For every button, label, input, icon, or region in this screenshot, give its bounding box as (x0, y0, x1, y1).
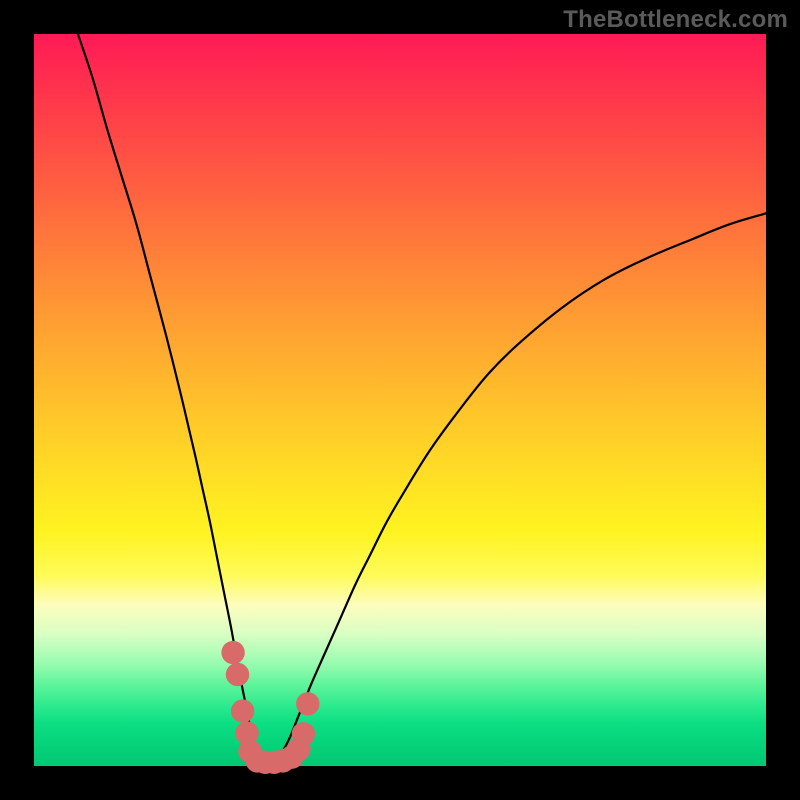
curve-layer (34, 34, 766, 766)
highlight-dot (226, 663, 249, 686)
highlight-dot (292, 722, 315, 745)
curve-right (276, 213, 766, 766)
plot-area (34, 34, 766, 766)
watermark-text: TheBottleneck.com (563, 6, 788, 34)
highlight-dot (231, 699, 254, 722)
chart-container: TheBottleneck.com (0, 0, 800, 800)
highlight-markers (221, 641, 319, 774)
highlight-dot (296, 692, 319, 715)
highlight-dot (221, 641, 244, 664)
